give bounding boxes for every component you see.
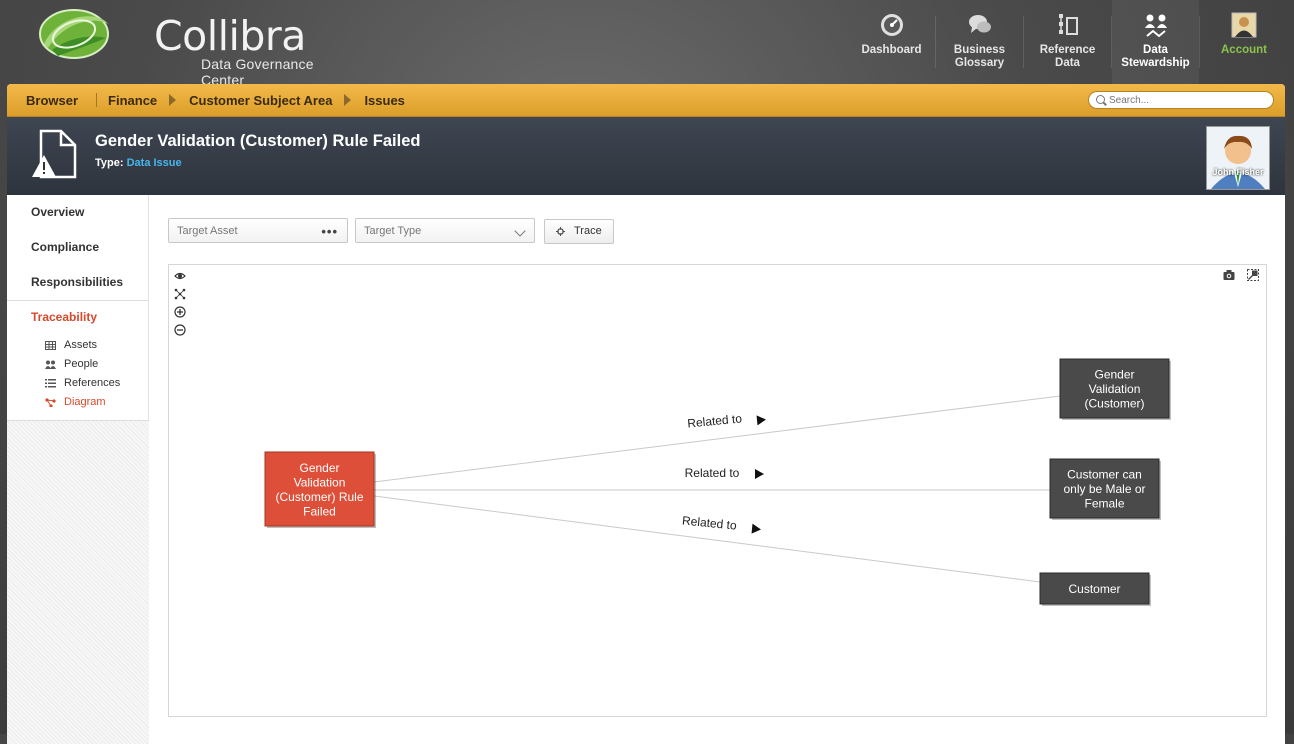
node-label-line: only be Male or (1063, 482, 1145, 496)
breadcrumb-browser[interactable]: Browser (7, 93, 78, 108)
list-lines-icon (45, 379, 56, 388)
edge-label: Related to (681, 513, 737, 532)
nav-data-stewardship-label-2: Stewardship (1121, 57, 1190, 69)
diagram-canvas[interactable]: Related to Related to Related to Gender Val… (168, 264, 1267, 717)
sidebar-item-responsibilities[interactable]: Responsibilities (7, 265, 148, 300)
target-type-select[interactable]: Target Type (355, 218, 535, 243)
target-asset-placeholder: Target Asset (177, 225, 238, 237)
diagram-network-icon (45, 398, 56, 407)
nav-business-glossary[interactable]: Business Glossary (936, 8, 1023, 82)
nav-dashboard[interactable]: Dashboard (848, 8, 935, 82)
target-type-placeholder: Target Type (364, 225, 422, 237)
search-icon (1096, 95, 1105, 104)
asset-type: Type: Data Issue (95, 157, 182, 169)
people-connect-icon (1144, 14, 1167, 38)
more-dots-icon[interactable]: ••• (321, 219, 338, 244)
nav-reference-data[interactable]: Reference Data (1024, 8, 1111, 82)
dashboard-gauge-icon (880, 14, 903, 36)
nav-data-stewardship[interactable]: Data Stewardship (1112, 0, 1199, 88)
node-label-line: Customer (1068, 582, 1120, 596)
table-grid-icon (45, 341, 56, 350)
top-navigation: Dashboard Business Glossary Reference Da… (848, 0, 1294, 88)
chevron-right-icon (169, 94, 177, 106)
edge-label: Related to (685, 466, 740, 480)
search-box[interactable] (1088, 91, 1274, 109)
user-avatar-icon (1207, 127, 1269, 189)
sidebar-subitem-label: Diagram (64, 396, 106, 408)
avatar-name: John Fisher (1212, 167, 1264, 177)
diagram-edge[interactable] (373, 495, 1041, 583)
user-portrait-icon (1231, 12, 1257, 38)
chevron-down-icon (514, 225, 526, 237)
nav-business-glossary-label-1: Business (953, 44, 1006, 56)
node-label-line: Failed (303, 504, 336, 518)
brand-title: Collibra (154, 12, 306, 60)
node-label-line: Validation (294, 475, 346, 489)
sidebar-subitem-diagram[interactable]: Diagram (7, 393, 148, 412)
asset-header: Gender Validation (Customer) Rule Failed… (7, 117, 1285, 195)
main-frame: Browser Finance Customer Subject Area Is… (7, 84, 1285, 744)
breadcrumb: Browser Finance Customer Subject Area Is… (7, 84, 1285, 117)
sidebar-item-traceability[interactable]: Traceability (7, 300, 148, 334)
edge-direction-arrow-icon (755, 469, 764, 479)
diagram-nodes: GenderValidation(Customer) RuleFailedGen… (264, 358, 1171, 606)
search-input[interactable] (1109, 92, 1259, 108)
logo-mark-icon (39, 9, 109, 59)
chevron-right-icon (344, 94, 352, 106)
nav-reference-data-label-1: Reference (1039, 44, 1096, 56)
diagram-target-node[interactable]: GenderValidation(Customer) (1059, 358, 1171, 420)
nav-data-stewardship-label-1: Data (1143, 44, 1168, 56)
nav-account-label: Account (1221, 44, 1267, 56)
diagram-graph: Related toRelated toRelated to GenderVal… (264, 358, 1171, 606)
nav-reference-data-label-2: Data (1055, 57, 1080, 69)
hierarchy-document-icon (1058, 14, 1078, 35)
nav-business-glossary-label-2: Glossary (954, 57, 1005, 69)
nav-account[interactable]: Account (1200, 8, 1288, 82)
data-issue-warning-icon (32, 129, 77, 179)
sidebar-subitem-label: Assets (64, 339, 98, 351)
sidebar-subitem-assets[interactable]: Assets (7, 336, 148, 355)
sidebar: Overview Compliance Responsibilities Tra… (7, 195, 149, 744)
crosshair-icon (556, 227, 565, 236)
speech-bubbles-icon (968, 15, 991, 33)
asset-type-label: Type: (95, 157, 124, 169)
diagram-target-node[interactable]: Customer (1039, 572, 1151, 606)
edge-label: Related to (687, 411, 743, 430)
sidebar-subitem-people[interactable]: People (7, 355, 148, 374)
node-label-line: Female (1084, 497, 1124, 511)
sidebar-item-overview[interactable]: Overview (7, 195, 148, 230)
diagram-target-node[interactable]: Customer canonly be Male orFemale (1049, 458, 1161, 520)
target-asset-picker[interactable]: Target Asset ••• (168, 218, 348, 243)
collibra-logo[interactable]: Collibra Data Governance Center (38, 4, 338, 88)
breadcrumb-customer-subject-area[interactable]: Customer Subject Area (178, 93, 332, 108)
trace-button-label: Trace (574, 225, 602, 237)
node-label-line: Customer can (1067, 468, 1142, 482)
sidebar-subitem-label: People (64, 358, 99, 370)
node-label-line: Gender (1094, 368, 1134, 382)
node-label-line: Gender (299, 461, 339, 475)
nav-dashboard-label: Dashboard (861, 44, 922, 56)
sidebar-item-compliance[interactable]: Compliance (7, 230, 148, 265)
sidebar-nav: Overview Compliance Responsibilities Tra… (7, 195, 149, 421)
breadcrumb-finance[interactable]: Finance (97, 93, 157, 108)
asset-type-link[interactable]: Data Issue (127, 157, 182, 169)
sidebar-subnav: Assets People References Diagram (7, 334, 148, 421)
breadcrumb-issues[interactable]: Issues (353, 93, 404, 108)
diagram-source-node[interactable]: GenderValidation(Customer) RuleFailed (264, 451, 376, 528)
sidebar-subitem-references[interactable]: References (7, 374, 148, 393)
people-icon (45, 360, 56, 369)
page-title: Gender Validation (Customer) Rule Failed (95, 132, 421, 150)
node-label-line: (Customer) (1084, 397, 1144, 411)
trace-button[interactable]: Trace (544, 219, 614, 244)
node-label-line: Validation (1089, 382, 1141, 396)
edge-direction-arrow-icon (751, 523, 761, 534)
node-label-line: (Customer) Rule (275, 490, 363, 504)
avatar[interactable]: John Fisher (1206, 126, 1270, 190)
edge-direction-arrow-icon (756, 415, 766, 426)
diagram-edges: Related to Related to Related to (373, 395, 1061, 583)
sidebar-subitem-label: References (64, 377, 121, 389)
